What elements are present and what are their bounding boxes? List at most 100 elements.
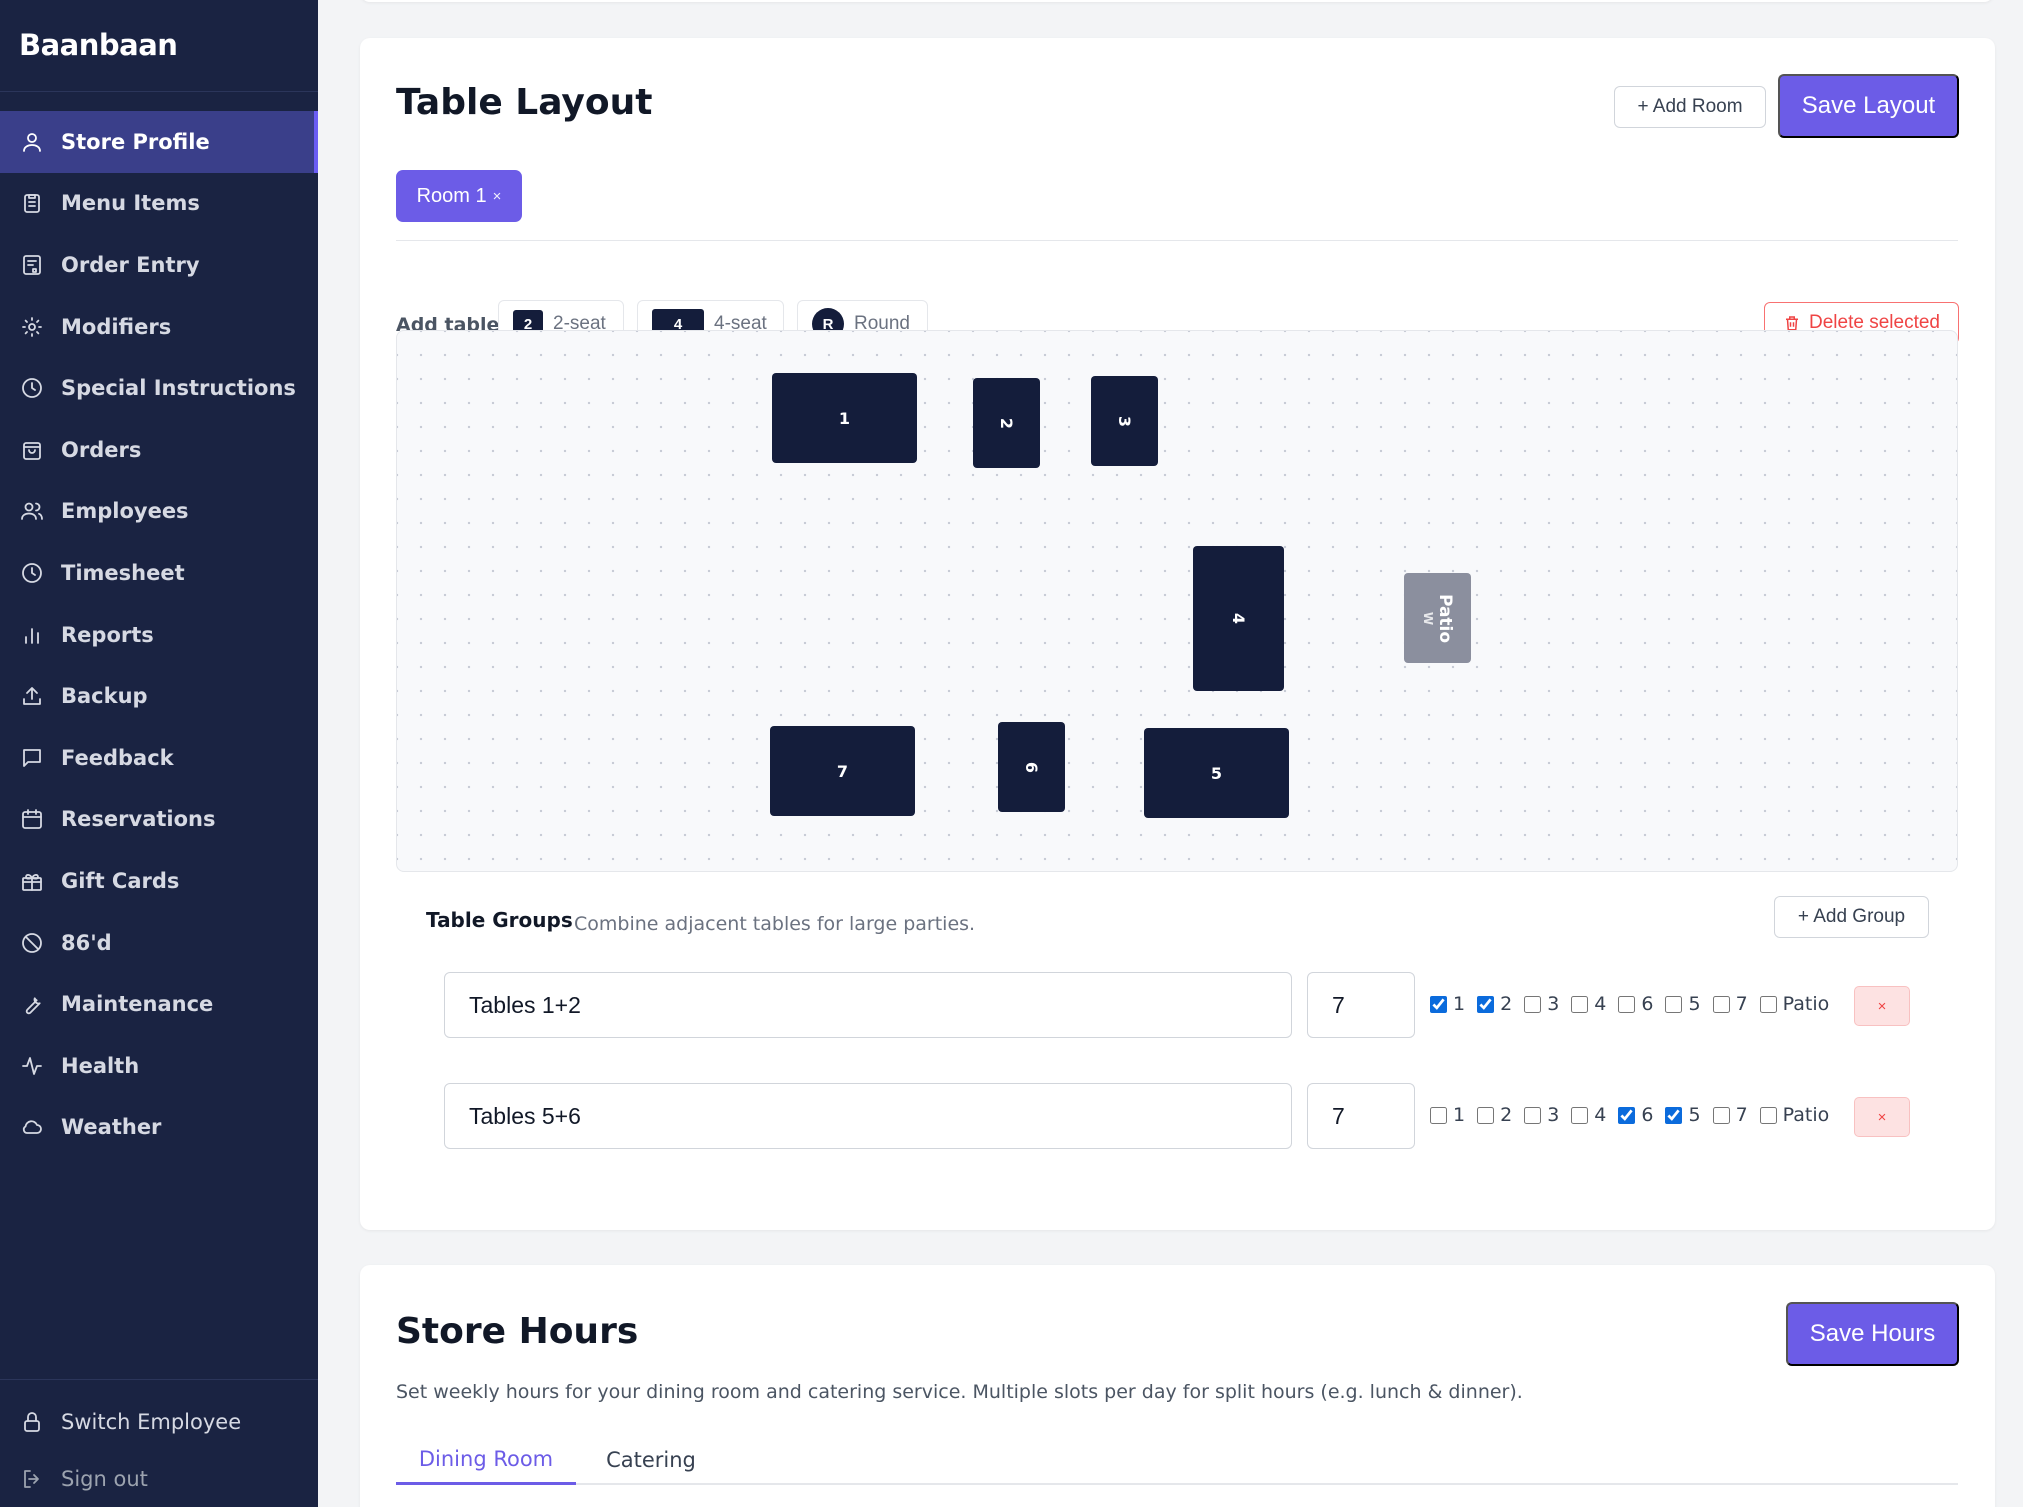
group-table-option[interactable]: 3 [1524, 993, 1559, 1015]
group-capacity-input[interactable] [1307, 972, 1415, 1038]
sidebar-item-weather[interactable]: Weather [0, 1097, 318, 1159]
group-name-input[interactable] [444, 972, 1292, 1038]
gift-icon [19, 868, 45, 894]
sidebar-item-86d[interactable]: 86'd [0, 912, 318, 974]
switch-employee-button[interactable]: Switch Employee [19, 1409, 241, 1435]
group-table-option[interactable]: 5 [1665, 993, 1701, 1015]
sidebar-item-reservations[interactable]: Reservations [0, 789, 318, 851]
sidebar-item-store-profile[interactable]: Store Profile [0, 111, 318, 173]
table-7[interactable]: 7 [770, 726, 915, 816]
group-table-option[interactable]: Patio [1759, 1104, 1829, 1126]
sidebar-item-order-entry[interactable]: Order Entry [0, 234, 318, 296]
sun-icon [19, 314, 45, 340]
group-table-option[interactable]: 4 [1571, 1104, 1606, 1126]
table-checkbox[interactable] [1712, 995, 1730, 1013]
table-checkbox[interactable] [1524, 995, 1542, 1013]
remove-group-button[interactable]: × [1854, 986, 1910, 1026]
save-layout-button[interactable]: Save Layout [1778, 74, 1959, 138]
group-table-option[interactable]: 6 [1618, 1104, 1653, 1126]
table-checkbox[interactable] [1571, 1106, 1589, 1124]
table-checkbox[interactable] [1759, 1106, 1777, 1124]
table-6[interactable]: 6 [998, 722, 1065, 812]
order-entry-icon [19, 252, 45, 278]
table-checkbox[interactable] [1618, 1106, 1636, 1124]
table-groups-title: Table Groups [426, 908, 573, 932]
table-checkbox[interactable] [1430, 1106, 1447, 1124]
table-checkbox[interactable] [1477, 1106, 1495, 1124]
group-name-input[interactable] [444, 1083, 1292, 1149]
table-checkbox[interactable] [1477, 995, 1495, 1013]
sidebar-item-feedback[interactable]: Feedback [0, 727, 318, 789]
table-label: 3 [1114, 415, 1134, 427]
save-hours-button[interactable]: Save Hours [1786, 1302, 1959, 1366]
group-table-option[interactable]: 2 [1477, 993, 1512, 1015]
table-patio[interactable]: Patio W [1404, 573, 1471, 663]
table-2[interactable]: 2 [973, 378, 1040, 468]
remove-group-button[interactable]: × [1854, 1097, 1910, 1137]
brand-logo: Baanbaan [19, 28, 178, 62]
sidebar-item-reports[interactable]: Reports [0, 604, 318, 666]
sidebar-item-label: Backup [61, 684, 148, 709]
table-layout-card: Table Layout + Add Room Save Layout Room… [360, 38, 1995, 1230]
group-table-option[interactable]: 6 [1618, 993, 1653, 1015]
table-label: 2 [996, 417, 1016, 429]
table-3[interactable]: 3 [1091, 376, 1158, 466]
group-table-option[interactable]: 2 [1477, 1104, 1512, 1126]
sidebar-item-label: Reservations [61, 807, 216, 832]
sidebar-item-modifiers[interactable]: Modifiers [0, 296, 318, 358]
group-table-option[interactable]: 4 [1571, 993, 1606, 1015]
table-checkbox[interactable] [1712, 1106, 1730, 1124]
table-1[interactable]: 1 [772, 373, 917, 463]
group-table-checkboxes: 1 2 3 4 6 5 7 Patio [1430, 993, 1841, 1015]
previous-card [360, 0, 1994, 2]
sidebar-item-special-instructions[interactable]: Special Instructions [0, 357, 318, 419]
add-group-button[interactable]: + Add Group [1774, 896, 1929, 938]
table-checkbox[interactable] [1759, 995, 1777, 1013]
sidebar-item-orders[interactable]: Orders [0, 419, 318, 481]
sidebar-item-menu-items[interactable]: Menu Items [0, 173, 318, 235]
group-table-option[interactable]: 1 [1430, 1104, 1465, 1126]
sidebar-item-maintenance[interactable]: Maintenance [0, 973, 318, 1035]
group-table-option[interactable]: 7 [1712, 1104, 1748, 1126]
tab-catering[interactable]: Catering [592, 1435, 710, 1485]
table-checkbox[interactable] [1665, 1106, 1683, 1124]
bar-chart-icon [19, 622, 45, 648]
tab-dining-room[interactable]: Dining Room [396, 1435, 576, 1485]
close-icon[interactable]: × [493, 188, 502, 205]
group-table-option[interactable]: 3 [1524, 1104, 1559, 1126]
sidebar-item-backup[interactable]: Backup [0, 665, 318, 727]
floor-plan-canvas[interactable]: 1 2 3 4 Patio W 7 6 5 [396, 330, 1958, 872]
table-label: Patio [1434, 593, 1455, 643]
group-table-option[interactable]: Patio [1759, 993, 1829, 1015]
table-5[interactable]: 5 [1144, 728, 1289, 818]
sidebar-item-label: Timesheet [61, 560, 185, 585]
group-table-option[interactable]: 7 [1712, 993, 1748, 1015]
page-title: Table Layout [396, 82, 653, 123]
sidebar-item-employees[interactable]: Employees [0, 481, 318, 543]
sidebar-item-gift-cards[interactable]: Gift Cards [0, 850, 318, 912]
table-groups-description: Combine adjacent tables for large partie… [574, 913, 976, 935]
sign-out-button[interactable]: Sign out [19, 1466, 148, 1492]
table-checkbox[interactable] [1665, 995, 1683, 1013]
table-sublabel: W [1420, 611, 1435, 625]
store-hours-description: Set weekly hours for your dining room an… [396, 1381, 1523, 1403]
group-capacity-input[interactable] [1307, 1083, 1415, 1149]
group-table-option[interactable]: 1 [1430, 993, 1465, 1015]
table-checkbox[interactable] [1571, 995, 1589, 1013]
table-4[interactable]: 4 [1193, 546, 1284, 691]
add-room-button[interactable]: + Add Room [1614, 86, 1766, 128]
table-checkbox[interactable] [1430, 995, 1447, 1013]
table-label: 5 [1210, 763, 1223, 783]
lock-icon [19, 1409, 45, 1435]
sidebar-item-timesheet[interactable]: Timesheet [0, 542, 318, 604]
tab-room-1[interactable]: Room 1 × [396, 170, 522, 222]
sidebar-item-label: Modifiers [61, 314, 172, 339]
sidebar-item-label: Health [61, 1053, 140, 1078]
table-label: 6 [1021, 761, 1041, 773]
table-label: 1 [838, 408, 851, 428]
table-checkbox[interactable] [1524, 1106, 1542, 1124]
table-checkbox[interactable] [1618, 995, 1636, 1013]
group-table-option[interactable]: 5 [1665, 1104, 1701, 1126]
sidebar-item-health[interactable]: Health [0, 1035, 318, 1097]
upload-icon [19, 683, 45, 709]
